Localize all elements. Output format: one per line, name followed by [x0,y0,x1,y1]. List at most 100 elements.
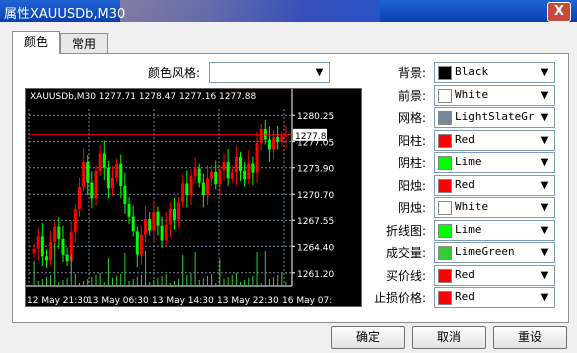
color-value: Red [455,177,475,191]
candle-body [164,224,168,241]
candle-body [111,177,115,189]
candle-body [119,163,123,186]
color-label-stop-level: 止损价格: [373,291,426,305]
color-dropdown-foreground[interactable]: White ▼ [434,84,555,106]
reset-button[interactable]: 重设 [493,326,567,349]
candle-body [210,171,214,179]
candle-body [106,167,110,189]
y-tick-label: 1267.55 [297,217,334,227]
color-label-volume: 成交量: [385,246,426,260]
candle-body [115,163,119,178]
candle-body [127,204,131,217]
color-swatch [438,133,452,148]
color-label-foreground: 前景: [397,88,426,103]
close-button[interactable]: X [547,2,571,22]
candle-body [152,211,156,231]
color-label-background: 背景: [397,66,426,80]
candle-body [267,139,271,150]
color-dropdown-bid-line[interactable]: Red ▼ [434,264,555,286]
candle-body [239,156,243,172]
candle-body [189,175,193,196]
candle-body [226,161,230,179]
color-value: LightSlateGr [455,110,535,123]
color-value: White [455,200,489,213]
color-swatch [438,246,452,260]
candle-body [82,161,86,187]
color-label-line-chart: 折线图: [385,223,426,238]
color-value: Black [455,65,489,78]
candle-body [205,178,209,196]
candle-body [218,170,222,185]
ok-button[interactable]: 确定 [331,326,405,349]
color-value: Red [455,290,475,303]
candle-body [57,226,61,239]
chevron-down-icon: ▼ [315,67,324,78]
candle-body [86,161,90,183]
color-dropdown-line-chart[interactable]: Lime ▼ [434,219,555,241]
color-dropdown-bull-candle[interactable]: Red ▼ [434,174,555,196]
candle-body [160,225,164,241]
tab-colors[interactable]: 颜色 [12,31,60,54]
chevron-down-icon: ▼ [540,247,549,258]
chart-header: XAUUSDb,M30 1277.71 1278.47 1277.16 1277… [30,92,257,102]
candle-body [230,172,234,179]
color-label-grid: 网格: [397,111,426,125]
candle-body [193,168,197,176]
color-dropdown-grid[interactable]: LightSlateGr ▼ [434,107,555,128]
candle-body [214,171,218,185]
candle-body [32,248,36,253]
candle-body [280,136,284,143]
candle-body [36,236,40,249]
x-tick-label: 16 May 07: [282,296,332,306]
title-bar: 属性XAUUSDb,M30 X [0,0,577,22]
candle-body [201,182,205,196]
chevron-down-icon: ▼ [540,269,549,281]
candle-body [172,209,176,220]
candle-body [168,209,172,225]
color-dropdown-bear-bar[interactable]: Lime ▼ [434,152,555,173]
color-swatch [438,223,452,238]
candle-body [53,226,57,243]
color-label-bull-bar: 阳柱: [397,133,426,148]
color-swatch [438,268,452,283]
color-dropdown-bull-bar[interactable]: Red ▼ [434,129,555,151]
color-value: LimeGreen [455,245,515,258]
candle-body [247,163,251,180]
tab-common[interactable]: 常用 [60,33,108,54]
color-label-bull-candle: 阳烛: [397,178,426,193]
cancel-button[interactable]: 取消 [412,326,486,349]
color-dropdown-volume[interactable]: LimeGreen ▼ [434,242,555,263]
candle-body [49,242,53,261]
candle-body [94,171,98,199]
y-tick-label: 1270.70 [297,191,334,201]
color-swatch [438,156,452,170]
chevron-down-icon: ▼ [540,202,549,213]
title-bar-background [120,0,380,22]
color-dropdown-stop-level[interactable]: Red ▼ [434,287,555,308]
color-dropdown-background[interactable]: Black ▼ [434,62,555,83]
price-label: 1277.88 [295,132,332,142]
y-tick-label: 1280.25 [297,112,334,122]
candle-body [131,216,135,232]
chevron-down-icon: ▼ [540,112,549,123]
color-scheme-label: 颜色风格: [148,66,201,80]
chevron-down-icon: ▼ [540,224,549,236]
color-swatch [438,66,452,80]
candle-body [40,236,44,257]
candle-body [65,254,69,262]
color-swatch [438,178,452,193]
candle-body [139,234,143,255]
color-swatch [438,111,452,125]
candle-body [263,128,267,140]
color-scheme-dropdown[interactable]: ▼ [209,62,330,83]
chevron-down-icon: ▼ [540,179,549,191]
chevron-down-icon: ▼ [540,292,549,303]
color-swatch [438,201,452,215]
window-title: 属性XAUUSDb,M30 [4,7,126,22]
candle-body [243,171,247,180]
color-dropdown-bear-candle[interactable]: White ▼ [434,197,555,218]
candle-body [251,163,255,173]
candle-body [44,256,48,261]
chevron-down-icon: ▼ [540,157,549,168]
candle-body [185,183,189,196]
